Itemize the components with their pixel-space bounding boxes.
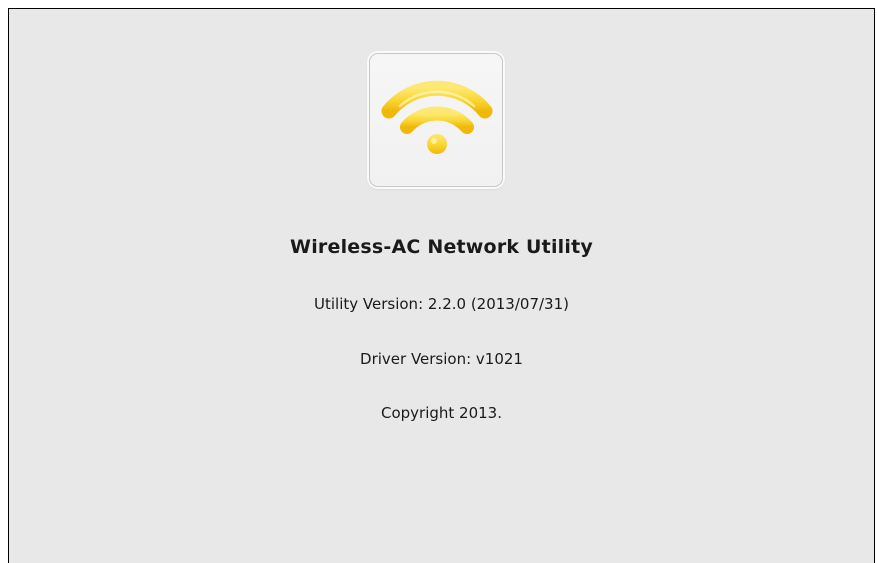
driver-version: Driver Version: v1021 (360, 350, 523, 368)
app-title: Wireless-AC Network Utility (290, 236, 593, 258)
app-icon-frame (369, 53, 503, 187)
about-window: Wireless-AC Network Utility Utility Vers… (8, 8, 875, 563)
utility-version: Utility Version: 2.2.0 (2013/07/31) (314, 295, 569, 313)
copyright-text: Copyright 2013. (380, 404, 502, 422)
wifi-icon (381, 80, 493, 154)
